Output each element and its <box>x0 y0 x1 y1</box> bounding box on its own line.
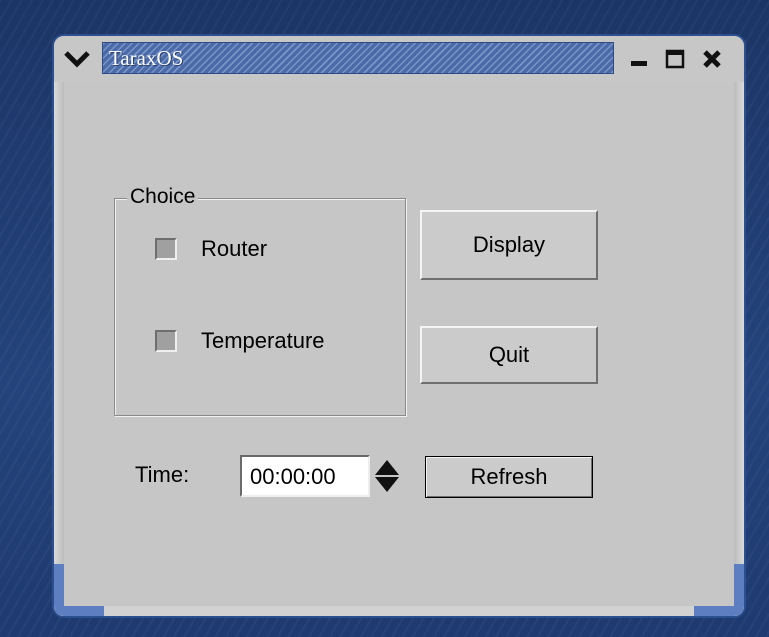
minimize-icon <box>631 61 647 66</box>
frame-bottom <box>54 606 744 616</box>
time-label: Time: <box>135 462 190 487</box>
spin-up-icon[interactable] <box>374 458 400 476</box>
time-spin-arrows[interactable] <box>370 454 404 498</box>
maximize-icon <box>665 49 685 69</box>
client-area: Choice Router Temperature Display Quit T… <box>64 82 734 606</box>
title-strip[interactable]: TaraxOS <box>102 42 614 74</box>
app-window: TaraxOS Choice Router Temperature Displa… <box>52 34 746 618</box>
minimize-button[interactable] <box>624 44 654 74</box>
frame-left <box>54 82 64 616</box>
quit-button-label: Quit <box>488 342 530 367</box>
display-button[interactable]: Display <box>420 210 598 280</box>
display-button-label: Display <box>472 232 546 257</box>
chevron-down-icon <box>64 51 90 68</box>
refresh-button[interactable]: Refresh <box>425 456 593 498</box>
close-button[interactable] <box>697 44 727 74</box>
temperature-label: Temperature <box>201 328 325 353</box>
router-option[interactable]: Router <box>155 236 267 262</box>
choice-group-title: Choice <box>127 185 199 209</box>
close-icon <box>703 50 721 68</box>
time-spinbox[interactable]: 00:00:00 <box>240 455 370 497</box>
window-menu-button[interactable] <box>58 42 96 76</box>
choice-groupbox: Choice Router Temperature <box>114 185 406 416</box>
maximize-button[interactable] <box>660 44 690 74</box>
router-label: Router <box>201 236 268 261</box>
temperature-checkbox[interactable] <box>155 330 177 352</box>
spin-down-icon[interactable] <box>374 476 400 494</box>
router-checkbox[interactable] <box>155 238 177 260</box>
window-title: TaraxOS <box>109 46 184 70</box>
title-bar[interactable]: TaraxOS <box>54 36 744 82</box>
temperature-option[interactable]: Temperature <box>155 328 325 354</box>
quit-button[interactable]: Quit <box>420 326 598 384</box>
refresh-button-label: Refresh <box>470 464 548 489</box>
frame-right <box>734 82 744 616</box>
